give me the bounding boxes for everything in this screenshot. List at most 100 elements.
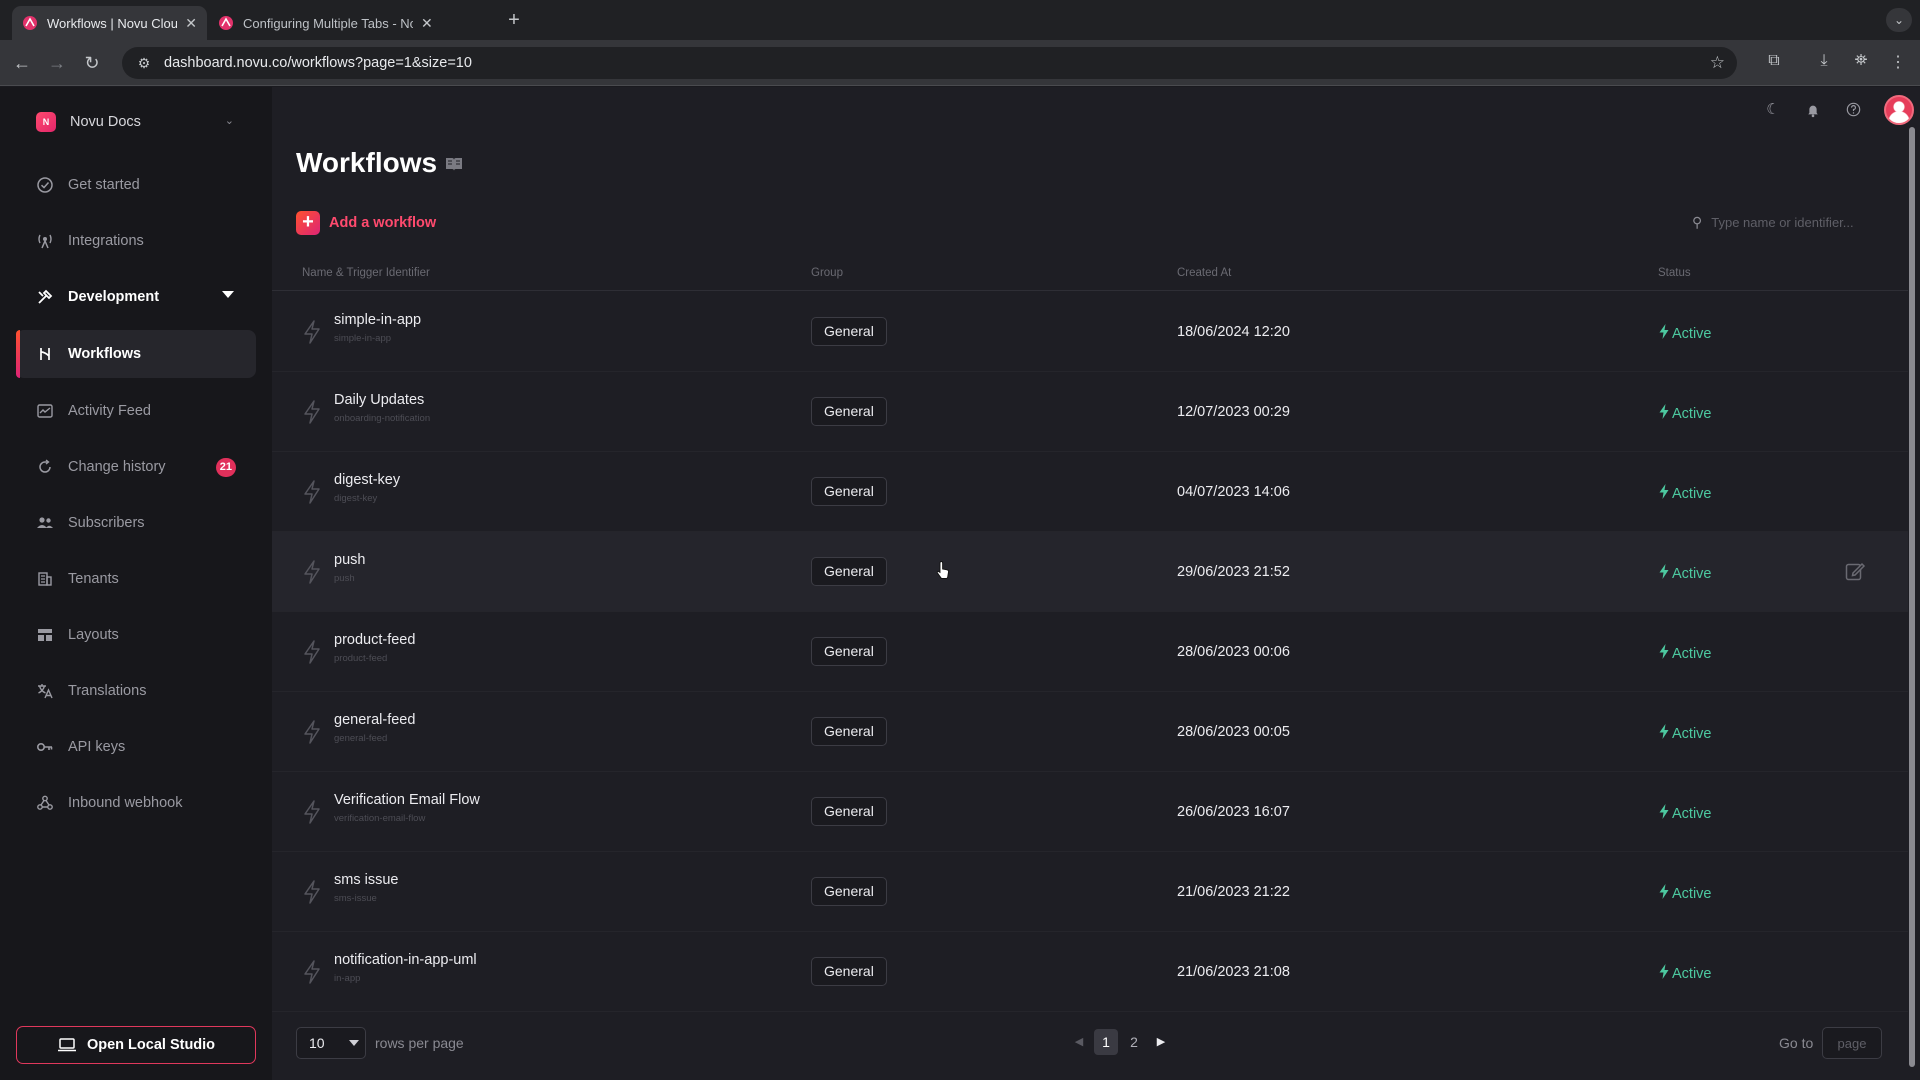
- table-row[interactable]: simple-in-app simple-in-app General 18/06/2…: [272, 292, 1908, 372]
- sidebar-item-api-keys[interactable]: API keys: [16, 723, 256, 771]
- table-row[interactable]: sms issue sms-issue General 21/06/2023 21:2…: [272, 852, 1908, 932]
- sidebar-item-change-history[interactable]: Change history 21: [16, 443, 256, 491]
- workflow-name[interactable]: notification-in-app-uml: [334, 952, 477, 968]
- bell-icon[interactable]: [1802, 99, 1824, 121]
- table-row[interactable]: product-feed product-feed General 28/06/202…: [272, 612, 1908, 692]
- workflow-identifier: onboarding-notification: [334, 413, 431, 424]
- check-circle-icon: [36, 176, 54, 194]
- next-page-icon[interactable]: ▶: [1152, 1029, 1170, 1055]
- back-icon[interactable]: ←: [8, 49, 36, 77]
- status-badge: Active: [1659, 884, 1712, 903]
- url-text[interactable]: dashboard.novu.co/workflows?page=1&size=…: [164, 55, 472, 71]
- workflow-identifier: push: [334, 573, 355, 584]
- workflow-name[interactable]: push: [334, 552, 365, 568]
- org-avatar: N: [36, 112, 56, 132]
- trigger-bolt-icon: [302, 640, 322, 664]
- rows-per-page-select[interactable]: 10: [296, 1027, 366, 1059]
- status-text: Active: [1672, 805, 1712, 822]
- table-row[interactable]: push push General 29/06/2023 21:52 Active: [272, 532, 1908, 612]
- table-row[interactable]: Verification Email Flow verification-emai…: [272, 772, 1908, 852]
- workflow-name[interactable]: product-feed: [334, 632, 415, 648]
- trigger-bolt-icon: [302, 800, 322, 824]
- browser-tab-strip: Workflows | Novu Cloud Dashboard ✕ Confi…: [0, 0, 1920, 40]
- scrollbar-thumb[interactable]: [1909, 127, 1915, 1067]
- reload-icon[interactable]: ↻: [78, 49, 106, 77]
- sidebar: N Novu Docs ⌄ Get started Integrations D…: [0, 87, 272, 1080]
- browser-tab-configuring[interactable]: Configuring Multiple Tabs - Novu ✕: [208, 6, 493, 40]
- organization-switcher[interactable]: N Novu Docs ⌄: [16, 105, 256, 139]
- created-at: 26/06/2023 16:07: [1177, 804, 1290, 820]
- workflow-name[interactable]: Daily Updates: [334, 392, 424, 408]
- extensions-icon[interactable]: ⧉: [1762, 52, 1786, 74]
- edit-icon[interactable]: [1844, 560, 1866, 582]
- created-at: 28/06/2023 00:05: [1177, 724, 1290, 740]
- download-icon[interactable]: ⤓: [1812, 52, 1836, 74]
- org-name: Novu Docs: [70, 114, 141, 130]
- change-count-badge: 21: [215, 458, 236, 477]
- created-at: 29/06/2023 21:52: [1177, 564, 1290, 580]
- sidebar-item-activity-feed[interactable]: Activity Feed: [16, 387, 256, 435]
- browser-tab-title: Configuring Multiple Tabs - Novu: [243, 15, 413, 31]
- layout-icon: [36, 626, 54, 644]
- sidebar-item-workflows[interactable]: Workflows: [16, 330, 256, 378]
- tab-search-icon[interactable]: ⌄: [1886, 8, 1912, 32]
- group-badge: General: [811, 957, 887, 986]
- sidebar-item-label: Layouts: [68, 627, 119, 643]
- site-info-icon[interactable]: ⚙: [130, 55, 158, 72]
- rows-per-page-value: 10: [309, 1035, 325, 1051]
- add-workflow-button[interactable]: + Add a workflow: [296, 211, 436, 235]
- browser-menu-icon[interactable]: ⋮: [1886, 52, 1910, 74]
- workflow-name[interactable]: digest-key: [334, 472, 400, 488]
- search-input[interactable]: [1711, 214, 1882, 230]
- group-badge: General: [811, 557, 887, 586]
- bookmark-star-icon[interactable]: ☆: [1710, 53, 1725, 73]
- avatar[interactable]: [1884, 95, 1914, 125]
- sidebar-section-development[interactable]: Development: [16, 273, 256, 321]
- help-icon[interactable]: [1842, 99, 1864, 121]
- profile-extension-icon[interactable]: ⛯: [1849, 52, 1873, 74]
- table-row[interactable]: Daily Updates onboarding-notification Gene…: [272, 372, 1908, 452]
- bolt-icon: [1659, 804, 1672, 823]
- sidebar-item-subscribers[interactable]: Subscribers: [16, 499, 256, 547]
- workflow-search[interactable]: ⚲: [1692, 207, 1892, 237]
- new-tab-button[interactable]: +: [501, 8, 527, 34]
- page-button-2[interactable]: 2: [1122, 1029, 1146, 1055]
- workflow-identifier: general-feed: [334, 733, 388, 744]
- table-row[interactable]: notification-in-app-uml in-app General 21/0…: [272, 932, 1908, 1012]
- page-scrollbar[interactable]: [1908, 127, 1916, 1071]
- book-icon[interactable]: [444, 155, 464, 173]
- group-badge: General: [811, 717, 887, 746]
- sidebar-item-get-started[interactable]: Get started: [16, 161, 256, 209]
- status-text: Active: [1672, 485, 1712, 502]
- browser-tab-workflows[interactable]: Workflows | Novu Cloud Dashboard ✕: [12, 6, 207, 40]
- translate-icon: [36, 682, 54, 700]
- tab-close-icon[interactable]: ✕: [421, 15, 433, 32]
- page-button-1[interactable]: 1: [1094, 1029, 1118, 1055]
- status-text: Active: [1672, 885, 1712, 902]
- workflow-icon: [36, 345, 54, 363]
- tab-close-icon[interactable]: ✕: [185, 15, 197, 32]
- sidebar-item-layouts[interactable]: Layouts: [16, 611, 256, 659]
- workflow-name[interactable]: sms issue: [334, 872, 398, 888]
- open-local-studio-button[interactable]: Open Local Studio: [16, 1026, 256, 1064]
- workflow-name[interactable]: Verification Email Flow: [334, 792, 480, 808]
- sidebar-item-translations[interactable]: Translations: [16, 667, 256, 715]
- bolt-icon: [1659, 724, 1672, 743]
- forward-icon[interactable]: →: [43, 49, 71, 77]
- moon-icon[interactable]: ☾: [1762, 99, 1784, 121]
- workflow-name[interactable]: simple-in-app: [334, 312, 421, 328]
- goto-page-input[interactable]: [1822, 1027, 1882, 1059]
- column-header-created-at: Created At: [1177, 267, 1232, 279]
- trigger-bolt-icon: [302, 320, 322, 344]
- group-badge: General: [811, 317, 887, 346]
- workflow-name[interactable]: general-feed: [334, 712, 415, 728]
- sidebar-item-label: Integrations: [68, 233, 144, 249]
- sidebar-item-integrations[interactable]: Integrations: [16, 217, 256, 265]
- status-badge: Active: [1659, 644, 1712, 663]
- table-row[interactable]: general-feed general-feed General 28/06/202…: [272, 692, 1908, 772]
- sidebar-item-tenants[interactable]: Tenants: [16, 555, 256, 603]
- table-row[interactable]: digest-key digest-key General 04/07/2023 14…: [272, 452, 1908, 532]
- previous-page-icon[interactable]: ◀: [1070, 1029, 1088, 1055]
- address-bar[interactable]: ⚙ dashboard.novu.co/workflows?page=1&siz…: [122, 47, 1737, 79]
- sidebar-item-inbound-webhook[interactable]: Inbound webhook: [16, 779, 256, 827]
